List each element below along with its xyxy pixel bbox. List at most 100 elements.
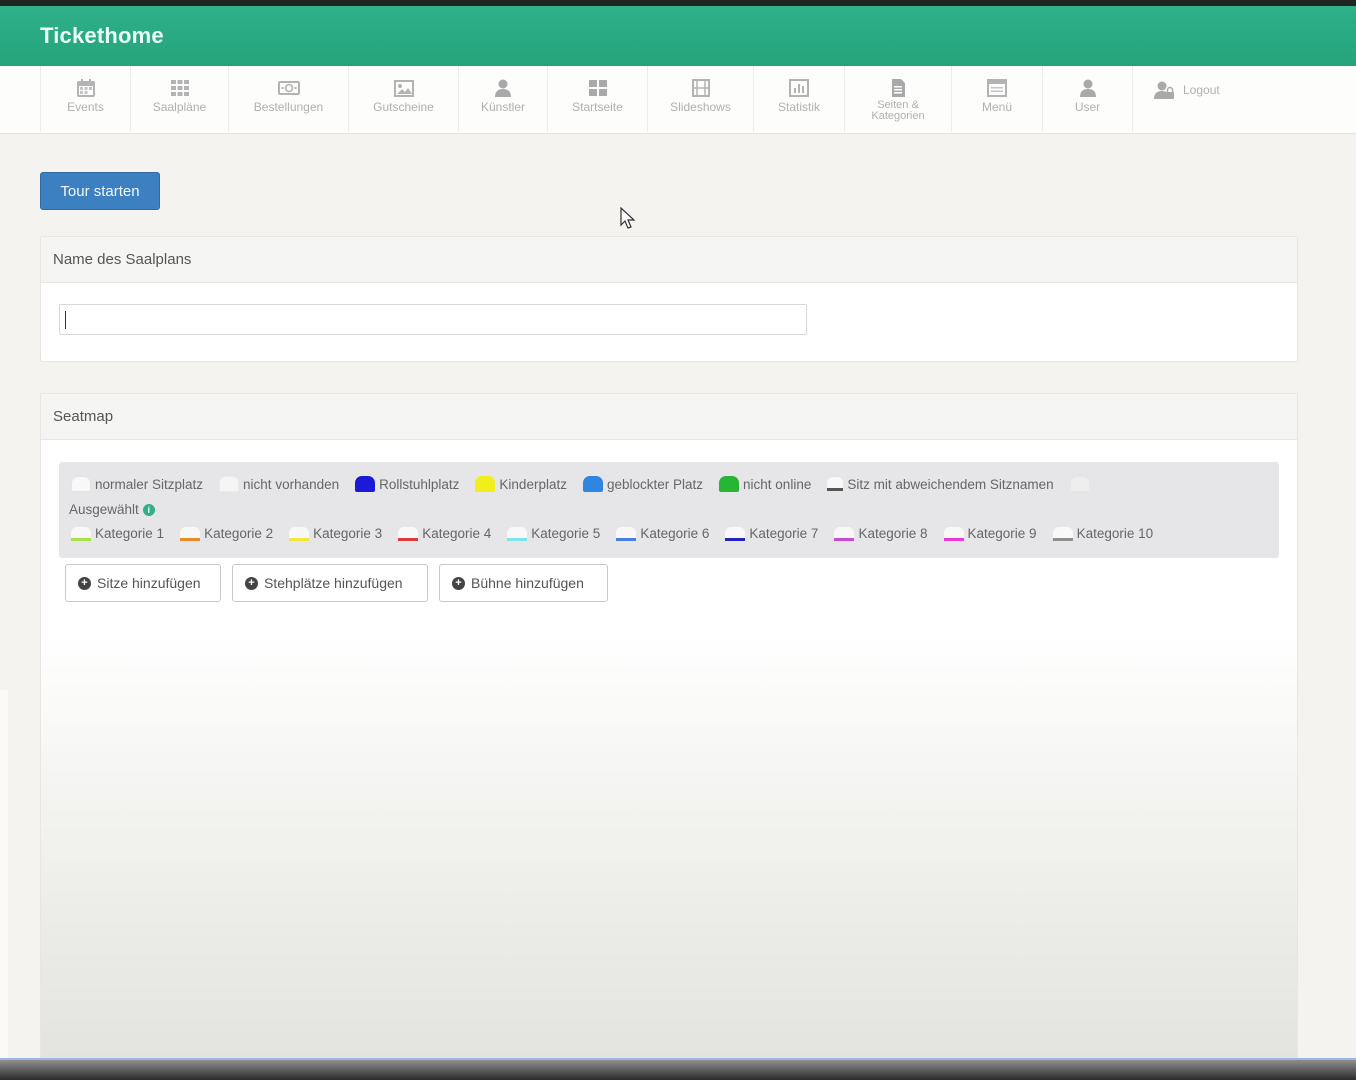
nav-label-saalplaene: Saalpläne xyxy=(152,100,207,114)
nav-label-slideshows: Slideshows xyxy=(670,100,731,114)
legend-label: Kategorie 3 xyxy=(313,526,383,541)
category-swatch-icon xyxy=(725,526,746,541)
nav-label-startseite: Startseite xyxy=(572,100,623,114)
legend-label: Kategorie 6 xyxy=(640,526,710,541)
left-edge-shade xyxy=(0,690,8,1060)
legend-label: Sitz mit abweichendem Sitznamen xyxy=(847,476,1054,492)
plus-circle-icon: + xyxy=(245,576,258,590)
nav-label-seiten-line2: Kategorien xyxy=(871,110,925,122)
brand-bar: Tickethome xyxy=(0,6,1356,66)
legend-item-category-10: Kategorie 10 xyxy=(1052,526,1154,541)
nav-label-events: Events xyxy=(67,100,104,114)
seat-legend: normaler Sitzplatz nicht vorhanden Rolls… xyxy=(59,462,1279,558)
legend-item-selected-swatch xyxy=(1069,476,1094,492)
legend-label: Kategorie 8 xyxy=(858,526,928,541)
legend-label: Ausgewählt xyxy=(69,502,139,517)
dashboard-icon xyxy=(588,80,607,96)
nav-item-events[interactable]: Events xyxy=(40,66,131,132)
legend-label: normaler Sitzplatz xyxy=(95,476,204,492)
legend-label: Kategorie 2 xyxy=(204,526,274,541)
info-icon[interactable]: i xyxy=(142,503,155,516)
add-standing-label: Stehplätze hinzufügen xyxy=(264,575,403,591)
file-icon xyxy=(892,79,905,97)
add-stage-button[interactable]: + Bühne hinzufügen xyxy=(439,564,608,602)
legend-item-category-2: Kategorie 2 xyxy=(180,526,273,541)
nav-item-menue[interactable]: Menü xyxy=(952,66,1043,132)
legend-item-category-3: Kategorie 3 xyxy=(289,526,382,541)
legend-label: Kategorie 4 xyxy=(422,526,492,541)
money-icon xyxy=(277,81,300,95)
nav-label-kuenstler: Künstler xyxy=(480,100,526,114)
legend-label: nicht online xyxy=(743,476,812,492)
plus-circle-icon: + xyxy=(452,576,465,590)
nav-item-kuenstler[interactable]: Künstler xyxy=(459,66,548,132)
legend-row-categories: Kategorie 1 Kategorie 2 Kategorie 3 Kate… xyxy=(71,526,1169,541)
legend-label: geblockter Platz xyxy=(606,476,704,492)
nav-label-gutscheine: Gutscheine xyxy=(373,100,434,114)
add-standing-button[interactable]: + Stehplätze hinzufügen xyxy=(232,564,428,602)
seat-child-icon xyxy=(475,476,496,492)
legend-label: Kategorie 5 xyxy=(531,526,601,541)
legend-item-child: Kinderplatz xyxy=(475,476,567,492)
legend-row-status: normaler Sitzplatz nicht vorhanden Rolls… xyxy=(71,476,1110,492)
mouse-cursor-icon xyxy=(620,207,636,229)
chart-icon xyxy=(789,79,809,97)
legend-item-wheelchair: Rollstuhlplatz xyxy=(355,476,459,492)
nav-label-user: User xyxy=(1074,100,1101,114)
nav-item-bestellungen[interactable]: Bestellungen xyxy=(229,66,349,132)
legend-item-category-1: Kategorie 1 xyxy=(71,526,164,541)
saalplan-name-input[interactable] xyxy=(59,304,807,335)
add-seats-button[interactable]: + Sitze hinzufügen xyxy=(65,564,221,602)
seat-offline-icon xyxy=(719,476,740,492)
category-swatch-icon xyxy=(71,526,91,541)
legend-label: Kinderplatz xyxy=(499,476,567,492)
tour-start-button[interactable]: Tour starten xyxy=(40,172,160,210)
text-caret xyxy=(65,311,66,329)
legend-label: Kategorie 9 xyxy=(967,526,1037,541)
legend-label: Kategorie 1 xyxy=(95,526,165,541)
menu-window-icon xyxy=(987,79,1007,97)
film-icon xyxy=(691,79,710,97)
main-navbar: Events Saalpläne Bestellungen Gutscheine… xyxy=(0,66,1356,134)
nav-item-seiten-kategorien[interactable]: Seiten & Kategorien xyxy=(845,66,952,132)
seat-blocked-icon xyxy=(582,476,603,492)
nav-menu: Events Saalpläne Bestellungen Gutscheine… xyxy=(40,66,1243,132)
category-swatch-icon xyxy=(180,526,201,541)
nav-item-startseite[interactable]: Startseite xyxy=(548,66,648,132)
seatmap-panel: Seatmap normaler Sitzplatz nicht vorhand… xyxy=(40,393,1298,1073)
category-swatch-icon xyxy=(398,526,419,541)
legend-item-category-4: Kategorie 4 xyxy=(398,526,491,541)
saalplan-name-heading: Name des Saalplans xyxy=(41,237,1297,283)
saalplan-name-panel: Name des Saalplans xyxy=(40,236,1298,362)
legend-item-category-8: Kategorie 8 xyxy=(834,526,928,541)
calendar-icon xyxy=(76,79,95,97)
legend-item-normal: normaler Sitzplatz xyxy=(71,476,203,492)
brand-title[interactable]: Tickethome xyxy=(40,23,164,49)
add-seats-label: Sitze hinzufügen xyxy=(97,575,201,591)
category-swatch-icon xyxy=(1052,526,1073,541)
legend-label: Kategorie 7 xyxy=(749,526,819,541)
seatmap-heading: Seatmap xyxy=(41,394,1297,440)
legend-item-category-7: Kategorie 7 xyxy=(725,526,818,541)
nav-item-statistik[interactable]: Statistik xyxy=(754,66,845,132)
grid-icon xyxy=(170,80,189,96)
add-stage-label: Bühne hinzufügen xyxy=(471,575,584,591)
nav-item-user[interactable]: User xyxy=(1043,66,1133,132)
seat-selected-icon xyxy=(1069,476,1090,492)
nav-item-gutscheine[interactable]: Gutscheine xyxy=(349,66,459,132)
seat-missing-icon xyxy=(219,476,240,492)
legend-item-category-9: Kategorie 9 xyxy=(943,526,1037,541)
plus-circle-icon: + xyxy=(78,576,91,590)
legend-item-missing: nicht vorhanden xyxy=(219,476,339,492)
seatmap-actions: + Sitze hinzufügen + Stehplätze hinzufügen… xyxy=(65,564,619,602)
legend-item-blocked: geblockter Platz xyxy=(582,476,704,492)
logout-link[interactable]: Logout xyxy=(1133,66,1243,132)
nav-item-saalplaene[interactable]: Saalpläne xyxy=(131,66,229,132)
category-swatch-icon xyxy=(289,526,310,541)
legend-item-category-6: Kategorie 6 xyxy=(616,526,709,541)
seat-wheelchair-icon xyxy=(355,476,376,492)
nav-item-slideshows[interactable]: Slideshows xyxy=(648,66,754,132)
user-icon xyxy=(1079,79,1096,97)
legend-label: Kategorie 10 xyxy=(1076,526,1154,541)
user-icon xyxy=(495,79,511,97)
